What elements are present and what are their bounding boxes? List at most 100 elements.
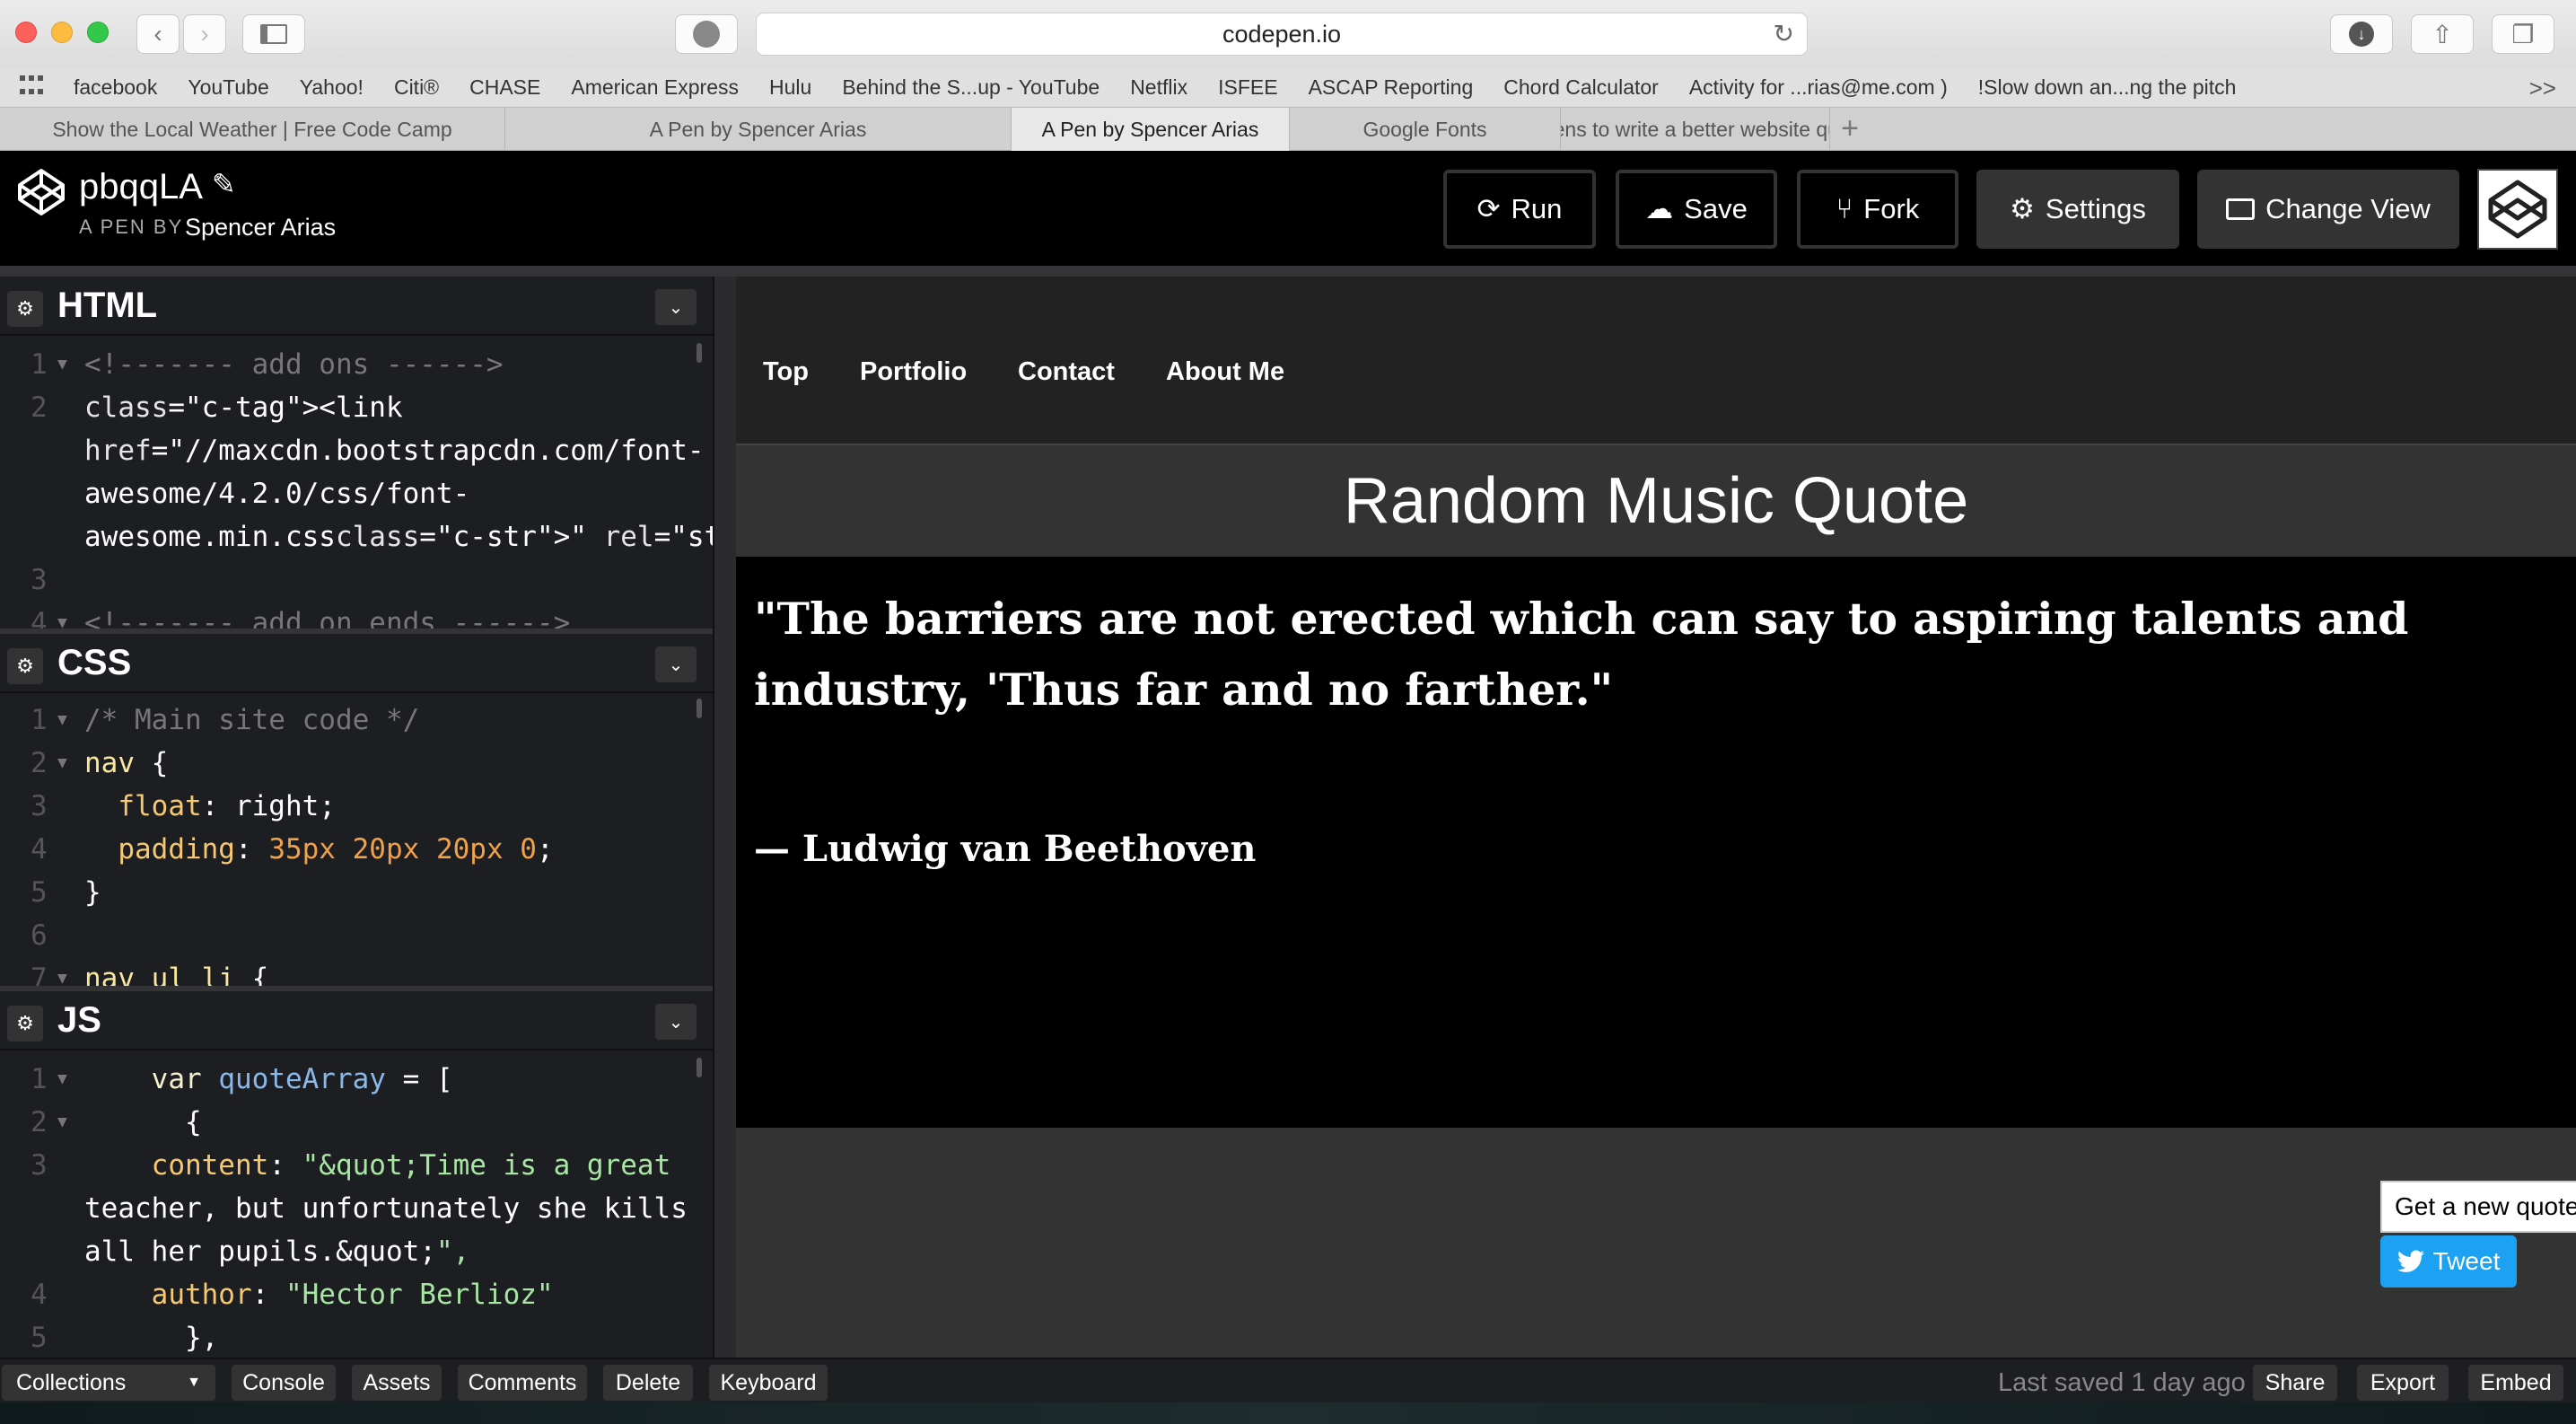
- reload-icon[interactable]: ↻: [1774, 19, 1794, 48]
- share-button[interactable]: ⇧: [2411, 14, 2474, 54]
- run-button[interactable]: ⟳ Run: [1443, 170, 1596, 249]
- nav-link-contact[interactable]: Contact: [1018, 357, 1115, 387]
- browser-tab[interactable]: 26 Pens to write a better website quickl…: [1561, 108, 1830, 151]
- bookmark-item[interactable]: Chord Calculator: [1503, 75, 1659, 100]
- collections-dropdown[interactable]: Collections ▼: [2, 1365, 215, 1401]
- top-sites-grid-icon[interactable]: [20, 75, 47, 99]
- html-panel-toggle-chevron-down-icon[interactable]: ⌄: [655, 289, 697, 325]
- result-preview: Top Portfolio Contact About Me Random Mu…: [736, 277, 2576, 1358]
- code-line: href="//maxcdn.bootstrapcdn.com/font-: [0, 431, 705, 470]
- forward-button[interactable]: ›: [183, 14, 226, 54]
- delete-button[interactable]: Delete: [603, 1365, 693, 1401]
- js-panel-toggle-chevron-down-icon[interactable]: ⌄: [655, 1004, 697, 1040]
- downloads-button[interactable]: ↓: [2330, 14, 2393, 54]
- bookmark-item[interactable]: facebook: [74, 75, 157, 100]
- user-avatar[interactable]: [2477, 169, 2558, 250]
- code-text: class="c-tag"><link: [84, 391, 403, 424]
- new-extension-button[interactable]: [675, 14, 738, 54]
- line-number: 4: [31, 607, 48, 628]
- assets-button[interactable]: Assets: [352, 1365, 442, 1401]
- nav-link-portfolio[interactable]: Portfolio: [860, 357, 967, 387]
- bookmark-item[interactable]: Citi®: [394, 75, 439, 100]
- fold-arrow-icon[interactable]: ▼: [57, 603, 67, 628]
- css-panel-toggle-chevron-down-icon[interactable]: ⌄: [655, 646, 697, 682]
- bookmark-item[interactable]: American Express: [571, 75, 739, 100]
- nav-link-top[interactable]: Top: [763, 357, 809, 387]
- editor-resize-gutter[interactable]: [713, 277, 736, 1358]
- js-settings-gear-icon[interactable]: ⚙: [7, 1006, 43, 1042]
- new-quote-button[interactable]: Get a new quote: [2380, 1181, 2576, 1233]
- css-settings-gear-icon[interactable]: ⚙: [7, 648, 43, 684]
- pen-author-link[interactable]: Spencer Arias: [185, 214, 336, 242]
- bookmark-item[interactable]: CHASE: [469, 75, 540, 100]
- codepen-logo-icon[interactable]: [16, 167, 66, 217]
- fork-button[interactable]: ⑂ Fork: [1797, 170, 1958, 249]
- show-tabs-button[interactable]: ❐: [2492, 14, 2554, 54]
- share-pen-button[interactable]: Share: [2253, 1365, 2337, 1401]
- change-view-button[interactable]: Change View: [2197, 170, 2459, 249]
- more-bookmarks-button[interactable]: >>: [2529, 75, 2556, 102]
- address-bar[interactable]: codepen.io ↻: [756, 13, 1808, 56]
- settings-button[interactable]: ⚙ Settings: [1976, 170, 2179, 249]
- browser-tab[interactable]: Google Fonts: [1290, 108, 1561, 151]
- bookmark-item[interactable]: YouTube: [188, 75, 268, 100]
- line-number: 7: [31, 963, 48, 986]
- code-line: awesome/4.2.0/css/font-: [0, 474, 700, 514]
- bookmark-item[interactable]: Behind the S...up - YouTube: [842, 75, 1100, 100]
- css-scrollbar[interactable]: [697, 699, 702, 718]
- code-text: content: "&quot;Time is a great: [151, 1149, 671, 1182]
- fold-arrow-icon[interactable]: ▼: [57, 345, 67, 384]
- browser-tab[interactable]: A Pen by Spencer Arias: [505, 108, 1012, 151]
- line-number: 5: [31, 1322, 48, 1354]
- tweet-button[interactable]: Tweet: [2380, 1235, 2517, 1288]
- fold-arrow-icon[interactable]: ▼: [57, 743, 67, 783]
- embed-button[interactable]: Embed: [2468, 1365, 2563, 1401]
- nav-link-about-me[interactable]: About Me: [1166, 357, 1284, 387]
- console-button[interactable]: Console: [232, 1365, 336, 1401]
- code-text: var quoteArray = [: [151, 1063, 453, 1095]
- bookmark-item[interactable]: ISFEE: [1218, 75, 1277, 100]
- change-view-label: Change View: [2265, 193, 2431, 224]
- tabs-overview-icon: ❐: [2511, 20, 2535, 48]
- fork-icon: ⑂: [1836, 193, 1853, 224]
- bookmark-item[interactable]: !Slow down an...ng the pitch: [1978, 75, 2237, 100]
- run-label: Run: [1511, 193, 1563, 224]
- fold-arrow-icon[interactable]: ▼: [57, 1103, 67, 1142]
- code-line: teacher, but unfortunately she kills: [0, 1189, 700, 1228]
- fold-arrow-icon[interactable]: ▼: [57, 1059, 67, 1099]
- edit-title-pencil-icon[interactable]: ✎: [212, 167, 236, 201]
- code-line: 4 author: "Hector Berlioz": [0, 1275, 700, 1314]
- bookmark-item[interactable]: Hulu: [769, 75, 811, 100]
- bookmark-item[interactable]: Yahoo!: [300, 75, 364, 100]
- close-window-button[interactable]: [15, 22, 37, 43]
- save-button[interactable]: ☁ Save: [1616, 170, 1777, 249]
- css-editor-panel: ⚙ CSS ⌄ 1 ▼ /* Main site code */ 2 ▼ nav {3 f…: [0, 634, 713, 986]
- bookmark-item[interactable]: Netflix: [1130, 75, 1187, 100]
- comments-button[interactable]: Comments: [458, 1365, 587, 1401]
- codepen-header: pbqqLA ✎ A PEN BY Spencer Arias ⟳ Run ☁ Sa…: [0, 151, 2576, 266]
- html-settings-gear-icon[interactable]: ⚙: [7, 291, 43, 327]
- url-text: codepen.io: [1222, 20, 1342, 48]
- fold-arrow-icon[interactable]: ▼: [57, 959, 67, 986]
- codepen-footer: Collections ▼ Console Assets Comments De…: [0, 1358, 2576, 1402]
- new-tab-plus-icon[interactable]: +: [1830, 108, 1870, 150]
- keyboard-button[interactable]: Keyboard: [709, 1365, 828, 1401]
- code-text: author: "Hector Berlioz": [151, 1279, 554, 1311]
- collections-label: Collections: [16, 1369, 127, 1395]
- fold-arrow-icon[interactable]: ▼: [57, 700, 67, 740]
- back-button[interactable]: ‹: [136, 14, 180, 54]
- bookmark-item[interactable]: ASCAP Reporting: [1309, 75, 1474, 100]
- line-number: 1: [31, 348, 48, 381]
- sidebar-toggle-button[interactable]: [242, 14, 305, 54]
- save-label: Save: [1684, 193, 1748, 224]
- bookmark-item[interactable]: Activity for ...rias@me.com ): [1689, 75, 1948, 100]
- export-button[interactable]: Export: [2357, 1365, 2449, 1401]
- js-scrollbar[interactable]: [697, 1058, 702, 1077]
- zoom-window-button[interactable]: [87, 22, 109, 43]
- browser-tab[interactable]: Show the Local Weather | Free Code Camp: [0, 108, 505, 151]
- html-panel-header: ⚙ HTML ⌄: [0, 277, 713, 336]
- html-scrollbar[interactable]: [697, 343, 702, 363]
- browser-tab[interactable]: A Pen by Spencer Arias: [1012, 108, 1290, 151]
- minimize-window-button[interactable]: [51, 22, 73, 43]
- code-text: nav {: [84, 747, 169, 779]
